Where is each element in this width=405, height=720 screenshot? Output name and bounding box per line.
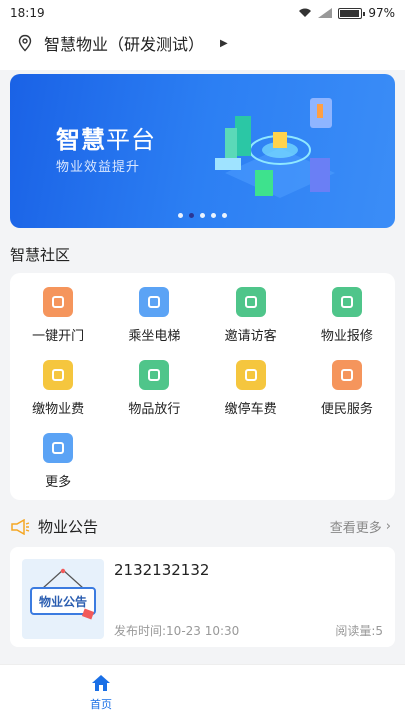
- community-item[interactable]: 更多: [10, 433, 106, 490]
- repair-icon: [331, 287, 362, 317]
- community-item-label: 物品放行: [128, 402, 181, 417]
- carousel-dot[interactable]: [189, 213, 194, 218]
- banner-title: 智慧平台: [56, 126, 156, 154]
- carousel-dot[interactable]: [222, 213, 227, 218]
- tab-home[interactable]: 首页: [0, 665, 202, 720]
- tab-home-label: 首页: [90, 698, 112, 711]
- community-item-label: 乘坐电梯: [128, 329, 181, 344]
- location-name: 智慧物业（研发测试）: [44, 35, 205, 54]
- more-grid-icon: [43, 433, 74, 463]
- status-icons: 97%: [298, 6, 395, 20]
- community-item[interactable]: 便民服务: [299, 360, 395, 417]
- caret-right-icon: ▶: [220, 37, 228, 49]
- community-item-label: 更多: [45, 475, 72, 490]
- status-bar: 18:19 97%: [0, 0, 405, 26]
- location-pin-icon: [18, 34, 32, 52]
- notice-thumbnail: 物业公告: [22, 559, 104, 639]
- community-item-label: 物业报修: [320, 329, 373, 344]
- notice-item[interactable]: 物业公告 2132132132 发布时间:10-23 10:30 阅读量:5: [10, 547, 395, 647]
- community-grid: 一键开门 乘坐电梯 邀请访客 物业报修缴物业费 物品放行 缴停车费 便民服务更多: [10, 273, 395, 500]
- elevator-icon: [139, 287, 170, 317]
- community-title: 智慧社区: [10, 246, 71, 264]
- header-spacer: [0, 60, 405, 70]
- notice-read-count: 阅读量:5: [335, 624, 383, 638]
- carousel-dot[interactable]: [178, 213, 183, 218]
- status-time: 18:19: [10, 6, 45, 20]
- community-item-label: 缴物业费: [32, 402, 85, 417]
- svg-text:物业公告: 物业公告: [39, 594, 87, 609]
- community-item[interactable]: 物品放行: [106, 360, 202, 417]
- community-item[interactable]: 缴物业费: [10, 360, 106, 417]
- notice-header: 物业公告 查看更多 ›: [0, 500, 405, 547]
- home-icon: [92, 675, 110, 691]
- community-item[interactable]: 一键开门: [10, 287, 106, 344]
- banner-subtitle: 物业效益提升: [56, 160, 141, 175]
- key-door-icon: [43, 287, 74, 317]
- banner-carousel[interactable]: 智慧平台 物业效益提升: [10, 74, 395, 228]
- chevron-right-icon: ›: [385, 519, 391, 534]
- battery-icon: [338, 7, 366, 19]
- carousel-dots[interactable]: [10, 213, 395, 218]
- megaphone-icon: [11, 518, 30, 535]
- property-fee-icon: [43, 360, 74, 390]
- community-item[interactable]: 乘坐电梯: [106, 287, 202, 344]
- bottom-tab-bar: 首页: [0, 664, 405, 720]
- signal-icon: [318, 8, 333, 18]
- carousel-dot[interactable]: [200, 213, 205, 218]
- smart-city-illustration: [215, 98, 335, 198]
- service-icon: [331, 360, 362, 390]
- community-item[interactable]: 物业报修: [299, 287, 395, 344]
- community-item-label: 缴停车费: [224, 402, 277, 417]
- visitor-icon: [235, 287, 266, 317]
- community-item-label: 一键开门: [32, 329, 85, 344]
- notice-time: 发布时间:10-23 10:30: [114, 624, 240, 638]
- location-selector[interactable]: 智慧物业（研发测试） ▶: [0, 26, 405, 60]
- carousel-dot[interactable]: [211, 213, 216, 218]
- battery-percent: 97%: [368, 6, 395, 20]
- community-item[interactable]: 缴停车费: [203, 360, 299, 417]
- notice-title: 2132132132: [114, 561, 210, 579]
- item-release-icon: [139, 360, 170, 390]
- community-item[interactable]: 邀请访客: [203, 287, 299, 344]
- parking-fee-icon: [235, 360, 266, 390]
- wifi-icon: [299, 8, 312, 17]
- community-item-label: 便民服务: [320, 402, 373, 417]
- community-item-label: 邀请访客: [224, 329, 277, 344]
- notice-section-title: 物业公告: [38, 518, 99, 536]
- notice-more-link[interactable]: 查看更多 ›: [330, 517, 391, 536]
